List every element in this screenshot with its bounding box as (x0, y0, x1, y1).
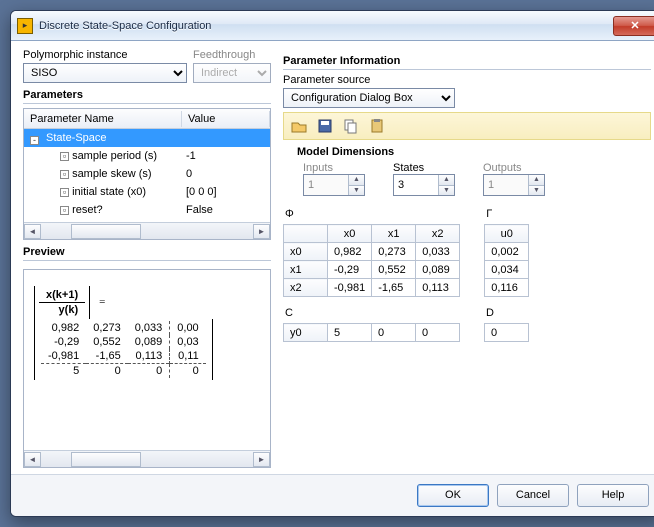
param-source-label: Parameter source (283, 74, 651, 86)
copy-icon[interactable] (342, 117, 360, 135)
leaf-icon: ▫ (60, 188, 69, 197)
close-button[interactable]: ✕ (613, 16, 654, 36)
dialog-window: ▸ Discrete State-Space Configuration ✕ P… (10, 10, 654, 517)
param-row[interactable]: ▫ sample period (s) -1 (24, 147, 270, 165)
states-label: States (393, 162, 455, 174)
parameters-table[interactable]: Parameter Name Value -State-Space ▫ samp… (23, 108, 271, 240)
inputs-label: Inputs (303, 162, 365, 174)
d-matrix[interactable]: 0 (484, 323, 529, 342)
button-bar: OK Cancel Help (11, 474, 654, 516)
polymorphic-select[interactable]: SISO (23, 63, 187, 83)
outputs-spin[interactable]: ▲▼ (483, 174, 545, 196)
spin-up-icon[interactable]: ▲ (348, 175, 364, 186)
preview-heading: Preview (23, 246, 271, 258)
collapse-icon[interactable]: - (30, 136, 39, 145)
scroll-right-icon[interactable]: ► (253, 224, 270, 239)
window-title: Discrete State-Space Configuration (39, 20, 613, 32)
preview-h-scrollbar[interactable]: ◄ ► (24, 450, 270, 467)
spin-up-icon[interactable]: ▲ (528, 175, 544, 186)
spin-down-icon[interactable]: ▼ (438, 186, 454, 196)
spin-up-icon[interactable]: ▲ (438, 175, 454, 186)
feedthrough-label: Feedthrough (193, 49, 271, 61)
scroll-left-icon[interactable]: ◄ (24, 224, 41, 239)
preview-lhs-top: x(k+1) (39, 288, 85, 303)
states-spin[interactable]: ▲▼ (393, 174, 455, 196)
preview-lhs-bot: y(k) (39, 303, 85, 318)
leaf-icon: ▫ (60, 152, 69, 161)
preview-panel: x(k+1) y(k) = 0,9820,2730,0330,00 -0,290… (23, 269, 271, 468)
toolbar (283, 112, 651, 140)
app-icon: ▸ (17, 18, 33, 34)
leaf-icon: ▫ (60, 206, 69, 215)
param-row[interactable]: ▫ reset? False (24, 201, 270, 219)
phi-label: Φ (285, 208, 460, 220)
c-matrix[interactable]: y0500 (283, 323, 460, 342)
d-label: D (486, 307, 529, 319)
scroll-right-icon[interactable]: ► (253, 452, 270, 467)
param-row-statespace[interactable]: -State-Space (24, 129, 270, 147)
param-source-select[interactable]: Configuration Dialog Box (283, 88, 455, 108)
titlebar[interactable]: ▸ Discrete State-Space Configuration ✕ (11, 11, 654, 41)
param-info-heading: Parameter Information (283, 55, 651, 67)
polymorphic-label: Polymorphic instance (23, 49, 187, 61)
preview-matrix: 0,9820,2730,0330,00 -0,290,5520,0890,03 … (34, 319, 213, 380)
phi-matrix[interactable]: x0x1x2 x00,9820,2730,033 x1-0,290,5520,0… (283, 224, 460, 297)
open-icon[interactable] (290, 117, 308, 135)
paste-icon[interactable] (368, 117, 386, 135)
help-button[interactable]: Help (577, 484, 649, 507)
save-icon[interactable] (316, 117, 334, 135)
feedthrough-select: Indirect (193, 63, 271, 83)
spin-down-icon[interactable]: ▼ (528, 186, 544, 196)
outputs-label: Outputs (483, 162, 545, 174)
param-row[interactable]: ▫ sample skew (s) 0 (24, 165, 270, 183)
scroll-thumb[interactable] (71, 224, 141, 239)
col-value[interactable]: Value (182, 111, 270, 127)
col-name[interactable]: Parameter Name (24, 111, 182, 127)
param-row[interactable]: ▫ initial state (x0) [0 0 0] (24, 183, 270, 201)
scroll-left-icon[interactable]: ◄ (24, 452, 41, 467)
parameters-heading: Parameters (23, 89, 271, 101)
gamma-matrix[interactable]: u0 0,002 0,034 0,116 (484, 224, 529, 297)
gamma-label: Γ (486, 208, 529, 220)
ok-button[interactable]: OK (417, 484, 489, 507)
scroll-thumb[interactable] (71, 452, 141, 467)
h-scrollbar[interactable]: ◄ ► (24, 222, 270, 239)
cancel-button[interactable]: Cancel (497, 484, 569, 507)
equals-sign: = (99, 296, 105, 308)
inputs-spin[interactable]: ▲▼ (303, 174, 365, 196)
spin-down-icon[interactable]: ▼ (348, 186, 364, 196)
c-label: C (285, 307, 460, 319)
model-dims-heading: Model Dimensions (293, 146, 398, 158)
leaf-icon: ▫ (60, 170, 69, 179)
